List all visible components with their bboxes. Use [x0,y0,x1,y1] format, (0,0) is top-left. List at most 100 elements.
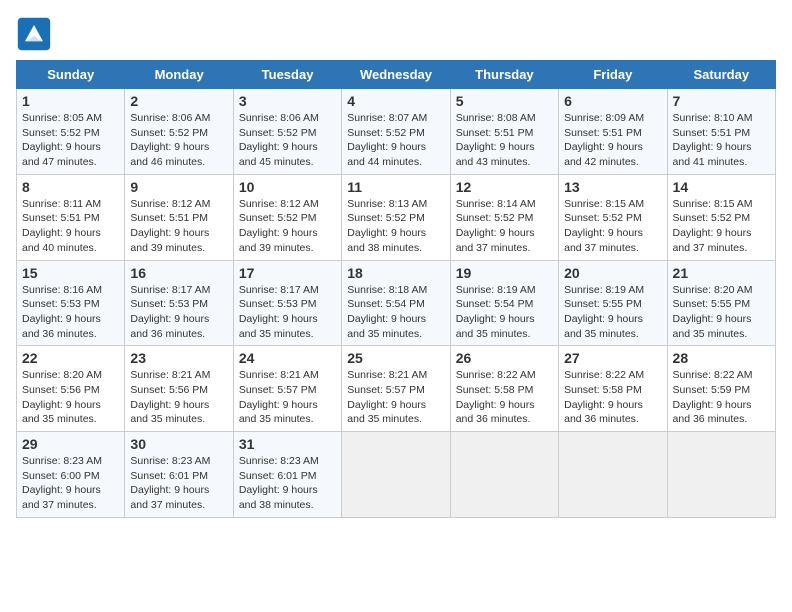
day-detail: Sunrise: 8:23 AMSunset: 6:01 PMDaylight:… [130,455,210,511]
weekday-header-sunday: Sunday [17,61,125,89]
calendar-cell: 31 Sunrise: 8:23 AMSunset: 6:01 PMDaylig… [233,432,341,518]
calendar-cell: 23 Sunrise: 8:21 AMSunset: 5:56 PMDaylig… [125,346,233,432]
calendar-cell: 16 Sunrise: 8:17 AMSunset: 5:53 PMDaylig… [125,260,233,346]
calendar-cell: 19 Sunrise: 8:19 AMSunset: 5:54 PMDaylig… [450,260,558,346]
calendar-table: SundayMondayTuesdayWednesdayThursdayFrid… [16,60,776,518]
day-number: 21 [673,265,770,281]
calendar-cell [450,432,558,518]
calendar-cell: 25 Sunrise: 8:21 AMSunset: 5:57 PMDaylig… [342,346,450,432]
calendar-cell [667,432,775,518]
weekday-header-thursday: Thursday [450,61,558,89]
calendar-cell: 20 Sunrise: 8:19 AMSunset: 5:55 PMDaylig… [559,260,667,346]
day-detail: Sunrise: 8:15 AMSunset: 5:52 PMDaylight:… [564,198,644,254]
calendar-cell: 3 Sunrise: 8:06 AMSunset: 5:52 PMDayligh… [233,89,341,175]
calendar-cell: 21 Sunrise: 8:20 AMSunset: 5:55 PMDaylig… [667,260,775,346]
day-detail: Sunrise: 8:06 AMSunset: 5:52 PMDaylight:… [239,112,319,168]
day-detail: Sunrise: 8:20 AMSunset: 5:55 PMDaylight:… [673,284,753,340]
day-number: 17 [239,265,336,281]
calendar-cell: 14 Sunrise: 8:15 AMSunset: 5:52 PMDaylig… [667,174,775,260]
day-detail: Sunrise: 8:22 AMSunset: 5:58 PMDaylight:… [456,369,536,425]
day-detail: Sunrise: 8:16 AMSunset: 5:53 PMDaylight:… [22,284,102,340]
calendar-cell: 24 Sunrise: 8:21 AMSunset: 5:57 PMDaylig… [233,346,341,432]
calendar-cell: 27 Sunrise: 8:22 AMSunset: 5:58 PMDaylig… [559,346,667,432]
day-detail: Sunrise: 8:17 AMSunset: 5:53 PMDaylight:… [130,284,210,340]
day-number: 29 [22,436,119,452]
day-detail: Sunrise: 8:21 AMSunset: 5:57 PMDaylight:… [347,369,427,425]
day-number: 13 [564,179,661,195]
weekday-header-monday: Monday [125,61,233,89]
day-number: 14 [673,179,770,195]
day-detail: Sunrise: 8:18 AMSunset: 5:54 PMDaylight:… [347,284,427,340]
day-detail: Sunrise: 8:23 AMSunset: 6:01 PMDaylight:… [239,455,319,511]
day-detail: Sunrise: 8:19 AMSunset: 5:54 PMDaylight:… [456,284,536,340]
day-number: 20 [564,265,661,281]
day-number: 4 [347,93,444,109]
logo [16,16,56,52]
calendar-cell: 28 Sunrise: 8:22 AMSunset: 5:59 PMDaylig… [667,346,775,432]
day-detail: Sunrise: 8:14 AMSunset: 5:52 PMDaylight:… [456,198,536,254]
calendar-cell: 5 Sunrise: 8:08 AMSunset: 5:51 PMDayligh… [450,89,558,175]
day-detail: Sunrise: 8:21 AMSunset: 5:56 PMDaylight:… [130,369,210,425]
day-detail: Sunrise: 8:08 AMSunset: 5:51 PMDaylight:… [456,112,536,168]
day-detail: Sunrise: 8:12 AMSunset: 5:52 PMDaylight:… [239,198,319,254]
calendar-cell: 2 Sunrise: 8:06 AMSunset: 5:52 PMDayligh… [125,89,233,175]
calendar-cell: 8 Sunrise: 8:11 AMSunset: 5:51 PMDayligh… [17,174,125,260]
day-number: 22 [22,350,119,366]
logo-icon [16,16,52,52]
calendar-cell: 30 Sunrise: 8:23 AMSunset: 6:01 PMDaylig… [125,432,233,518]
calendar-cell: 15 Sunrise: 8:16 AMSunset: 5:53 PMDaylig… [17,260,125,346]
weekday-header-tuesday: Tuesday [233,61,341,89]
calendar-cell: 7 Sunrise: 8:10 AMSunset: 5:51 PMDayligh… [667,89,775,175]
day-detail: Sunrise: 8:10 AMSunset: 5:51 PMDaylight:… [673,112,753,168]
day-number: 7 [673,93,770,109]
day-number: 2 [130,93,227,109]
day-number: 9 [130,179,227,195]
day-detail: Sunrise: 8:13 AMSunset: 5:52 PMDaylight:… [347,198,427,254]
day-number: 5 [456,93,553,109]
day-number: 3 [239,93,336,109]
calendar-cell: 17 Sunrise: 8:17 AMSunset: 5:53 PMDaylig… [233,260,341,346]
calendar-cell: 11 Sunrise: 8:13 AMSunset: 5:52 PMDaylig… [342,174,450,260]
calendar-cell: 29 Sunrise: 8:23 AMSunset: 6:00 PMDaylig… [17,432,125,518]
calendar-cell: 6 Sunrise: 8:09 AMSunset: 5:51 PMDayligh… [559,89,667,175]
day-detail: Sunrise: 8:05 AMSunset: 5:52 PMDaylight:… [22,112,102,168]
day-detail: Sunrise: 8:11 AMSunset: 5:51 PMDaylight:… [22,198,101,254]
day-detail: Sunrise: 8:19 AMSunset: 5:55 PMDaylight:… [564,284,644,340]
day-number: 28 [673,350,770,366]
calendar-cell: 26 Sunrise: 8:22 AMSunset: 5:58 PMDaylig… [450,346,558,432]
day-detail: Sunrise: 8:15 AMSunset: 5:52 PMDaylight:… [673,198,753,254]
day-number: 19 [456,265,553,281]
day-number: 24 [239,350,336,366]
calendar-cell [559,432,667,518]
day-detail: Sunrise: 8:22 AMSunset: 5:59 PMDaylight:… [673,369,753,425]
day-number: 6 [564,93,661,109]
day-number: 11 [347,179,444,195]
day-number: 8 [22,179,119,195]
weekday-header-wednesday: Wednesday [342,61,450,89]
day-detail: Sunrise: 8:22 AMSunset: 5:58 PMDaylight:… [564,369,644,425]
calendar-cell: 10 Sunrise: 8:12 AMSunset: 5:52 PMDaylig… [233,174,341,260]
calendar-cell [342,432,450,518]
day-number: 31 [239,436,336,452]
day-number: 30 [130,436,227,452]
calendar-cell: 18 Sunrise: 8:18 AMSunset: 5:54 PMDaylig… [342,260,450,346]
day-detail: Sunrise: 8:21 AMSunset: 5:57 PMDaylight:… [239,369,319,425]
day-number: 15 [22,265,119,281]
day-detail: Sunrise: 8:23 AMSunset: 6:00 PMDaylight:… [22,455,102,511]
calendar-cell: 22 Sunrise: 8:20 AMSunset: 5:56 PMDaylig… [17,346,125,432]
weekday-header-saturday: Saturday [667,61,775,89]
day-number: 27 [564,350,661,366]
day-number: 18 [347,265,444,281]
day-detail: Sunrise: 8:07 AMSunset: 5:52 PMDaylight:… [347,112,427,168]
day-number: 1 [22,93,119,109]
day-number: 25 [347,350,444,366]
day-number: 26 [456,350,553,366]
day-detail: Sunrise: 8:09 AMSunset: 5:51 PMDaylight:… [564,112,644,168]
day-number: 16 [130,265,227,281]
day-number: 12 [456,179,553,195]
day-detail: Sunrise: 8:17 AMSunset: 5:53 PMDaylight:… [239,284,319,340]
calendar-cell: 4 Sunrise: 8:07 AMSunset: 5:52 PMDayligh… [342,89,450,175]
weekday-header-friday: Friday [559,61,667,89]
calendar-cell: 12 Sunrise: 8:14 AMSunset: 5:52 PMDaylig… [450,174,558,260]
calendar-cell: 1 Sunrise: 8:05 AMSunset: 5:52 PMDayligh… [17,89,125,175]
